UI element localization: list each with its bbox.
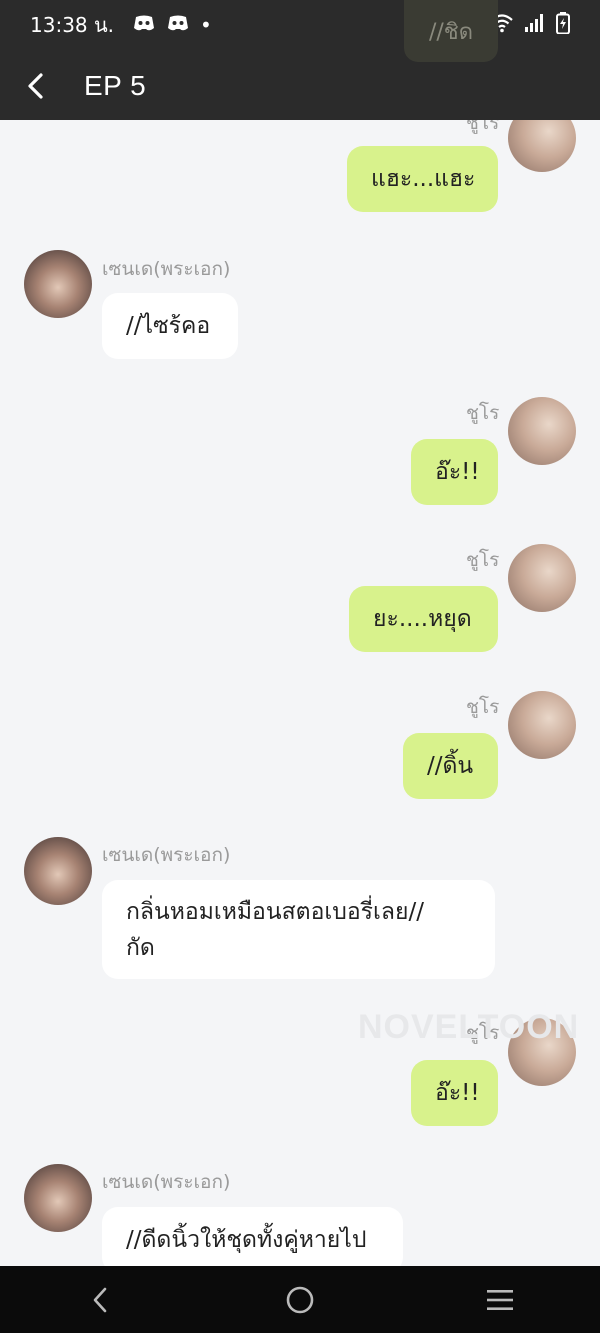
status-time: 13:38 น. [30,13,115,37]
avatar[interactable] [24,837,92,905]
nav-recents-button[interactable] [460,1270,540,1330]
message-bubble[interactable]: แฮะ...แฮะ [347,146,498,212]
watermark: NOVELTOON [358,1008,580,1046]
back-button[interactable] [8,58,64,114]
system-nav-bar [0,1266,600,1333]
nav-home-button[interactable] [260,1270,340,1330]
notification-dot: • [200,13,212,37]
nav-home-icon [286,1286,314,1313]
nav-back-icon [93,1287,107,1312]
nav-recents-icon [487,1289,513,1310]
avatar[interactable] [508,544,576,612]
sender-name: เซนเด(พระเอก) [102,1171,231,1193]
sender-name: เซนเด(พระเอก) [102,844,231,866]
avatar[interactable] [508,120,576,172]
message-bubble[interactable]: กลิ่นหอมเหมือนสตอเบอรี่เลย// กัด [102,880,495,979]
avatar[interactable] [508,691,576,759]
sender-name: ชูโร [466,549,500,571]
sender-name: ชูโร [466,120,500,134]
message-bubble[interactable]: ยะ....หยุด [349,586,498,652]
page-title: EP 5 [84,70,147,101]
signal-icon [524,13,546,38]
avatar[interactable] [508,397,576,465]
avatar[interactable] [24,250,92,318]
avatar[interactable] [24,1164,92,1232]
message-bubble[interactable]: //ไซร้คอ [102,293,238,359]
chat-list[interactable]: ชูโร แฮะ...แฮะ เซนเด(พระเอก) //ไซร้คอ ชู… [0,120,600,1266]
sender-name: ชูโร [466,696,500,718]
scrolled-message-fragment: //ชิด [404,0,498,62]
message-bubble[interactable]: อ๊ะ!! [411,439,498,505]
chat-header: EP 5 [0,58,600,114]
message-bubble[interactable]: //ดีดนิ้วให้ชุดทั้งคู่หายไป [102,1207,403,1266]
status-bar: 13:38 น. • [0,0,600,50]
message-bubble[interactable]: อ๊ะ!! [411,1060,498,1126]
sender-name: ชูโร [466,402,500,424]
message-bubble[interactable]: //ดิ้น [403,733,498,799]
nav-back-button[interactable] [60,1270,140,1330]
battery-icon [556,11,570,39]
top-bar: 13:38 น. • //ชิด EP 5 [0,0,600,120]
discord-icon [132,13,156,37]
sender-name: เซนเด(พระเอก) [102,258,231,280]
discord-icon [166,13,190,37]
back-arrow-icon [28,73,43,99]
